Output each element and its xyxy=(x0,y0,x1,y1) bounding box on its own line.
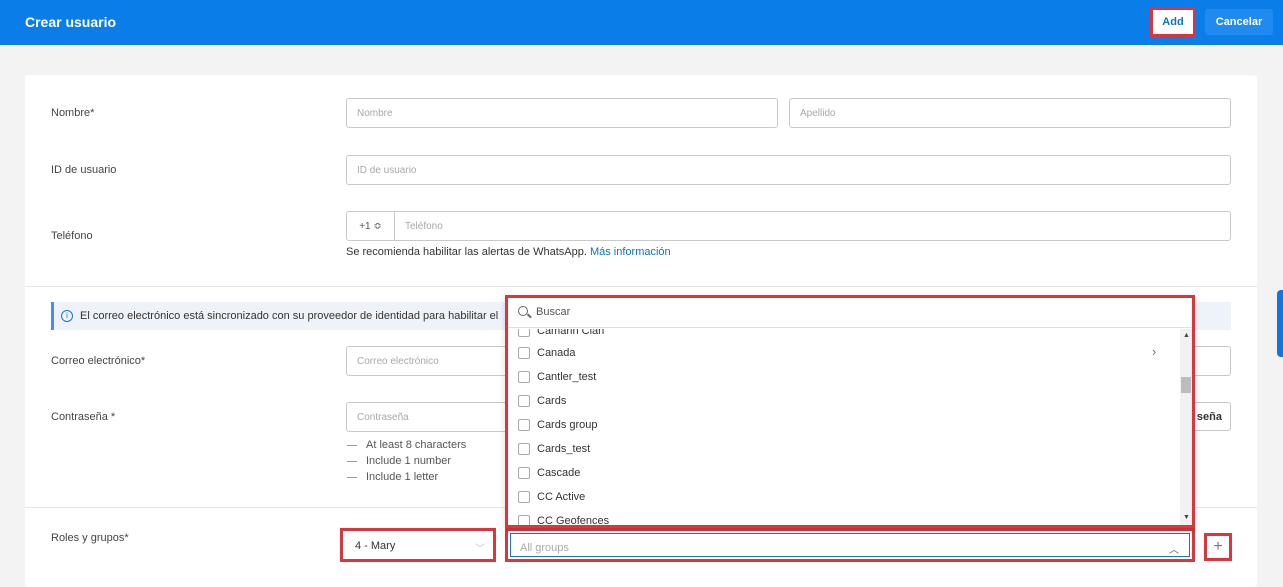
dropdown-scrollbar[interactable]: ▲ ▼ xyxy=(1180,329,1192,525)
list-item-label: CC Geofences xyxy=(537,515,610,525)
chevron-down-icon: ﹀ xyxy=(475,544,485,555)
checkbox[interactable] xyxy=(518,491,530,503)
phone-placeholder: Teléfono xyxy=(405,221,443,232)
dropdown-search-placeholder: Buscar xyxy=(536,306,571,318)
dropdown-search[interactable]: Buscar xyxy=(508,298,1192,328)
sync-info-text: El correo electrónico está sincronizado … xyxy=(80,310,499,322)
list-item-label: Cards xyxy=(537,395,567,407)
list-item[interactable]: Cards xyxy=(508,390,1180,414)
list-item[interactable]: CC Active xyxy=(508,486,1180,510)
chevron-up-icon: ︿ xyxy=(1169,545,1179,556)
add-button[interactable]: Add xyxy=(1150,7,1196,37)
user-id-placeholder: ID de usuario xyxy=(357,165,417,176)
phone-label: Teléfono xyxy=(51,230,93,242)
checkbox[interactable] xyxy=(518,347,530,359)
checkbox[interactable] xyxy=(518,419,530,431)
last-name-placeholder: Apellido xyxy=(800,108,836,119)
search-icon xyxy=(518,306,528,316)
name-label: Nombre* xyxy=(51,107,95,119)
list-item[interactable]: Cascade xyxy=(508,462,1180,486)
checkbox[interactable] xyxy=(518,467,530,479)
list-item[interactable]: Cards_test xyxy=(508,438,1180,462)
country-code-select[interactable]: +1 ≎ xyxy=(347,212,395,240)
roles-label: Roles y grupos* xyxy=(51,532,129,544)
scroll-up-icon[interactable]: ▲ xyxy=(1183,332,1190,339)
groups-select[interactable]: All groups ︿ xyxy=(505,528,1195,562)
page-title: Crear usuario xyxy=(25,14,117,30)
section-divider xyxy=(25,286,1257,287)
password-rule-text: Include 1 number xyxy=(366,455,451,467)
phone-help-message: Se recomienda habilitar las alertas de W… xyxy=(346,246,587,258)
list-item-label: CC Active xyxy=(537,491,586,503)
chevron-right-icon[interactable]: › xyxy=(1152,344,1156,359)
groups-placeholder: All groups xyxy=(520,542,569,554)
scrollbar-thumb[interactable] xyxy=(1181,377,1191,393)
groups-select-field: All groups ︿ xyxy=(510,533,1190,557)
cancel-button[interactable]: Cancelar xyxy=(1205,9,1273,35)
password-rule-text: At least 8 characters xyxy=(366,439,467,451)
groups-list: Camarin Clan Canada › Cantler_test Cards … xyxy=(508,329,1180,525)
password-placeholder: Contraseña xyxy=(357,412,409,423)
first-name-placeholder: Nombre xyxy=(357,108,393,119)
list-item-label: Cascade xyxy=(537,467,581,479)
password-label: Contraseña * xyxy=(51,411,116,423)
role-value: 4 - Mary xyxy=(355,540,396,552)
checkbox[interactable] xyxy=(518,515,530,525)
list-item-label: Cards_test xyxy=(537,443,591,455)
side-panel-tab[interactable] xyxy=(1277,290,1283,357)
info-icon: i xyxy=(61,310,73,322)
plus-icon: + xyxy=(1213,538,1223,555)
list-item-label: Cantler_test xyxy=(537,371,597,383)
generate-password-label: seña xyxy=(1196,411,1222,423)
password-rule: Include 1 number xyxy=(347,455,451,467)
email-placeholder: Correo electrónico xyxy=(357,356,439,367)
password-rule: Include 1 letter xyxy=(347,471,438,483)
checkbox[interactable] xyxy=(518,443,530,455)
list-item[interactable]: Canada › xyxy=(508,342,1180,366)
email-label: Correo electrónico* xyxy=(51,355,146,367)
checkbox[interactable] xyxy=(518,371,530,383)
list-item-label: Camarin Clan xyxy=(537,329,605,337)
password-rule-text: Include 1 letter xyxy=(366,471,439,483)
first-name-input[interactable]: Nombre xyxy=(346,98,778,128)
list-item-label: Canada xyxy=(537,347,576,359)
list-item-label: Cards group xyxy=(537,419,598,431)
more-info-link[interactable]: Más información xyxy=(590,246,671,258)
top-bar: Crear usuario Add Cancelar xyxy=(0,0,1283,45)
last-name-input[interactable]: Apellido xyxy=(789,98,1231,128)
user-id-label: ID de usuario xyxy=(51,164,117,176)
checkbox[interactable] xyxy=(518,329,530,337)
groups-dropdown: Buscar Camarin Clan Canada › Cantler_test… xyxy=(505,295,1195,528)
list-item[interactable]: CC Geofences xyxy=(508,510,1180,525)
user-id-input[interactable]: ID de usuario xyxy=(346,155,1231,185)
list-item[interactable]: Cantler_test xyxy=(508,366,1180,390)
checkbox[interactable] xyxy=(518,395,530,407)
password-input[interactable]: Contraseña xyxy=(346,402,516,432)
phone-help-text: Se recomienda habilitar las alertas de W… xyxy=(346,246,671,258)
scroll-down-icon[interactable]: ▼ xyxy=(1183,514,1190,521)
password-rule: At least 8 characters xyxy=(347,439,466,451)
role-select[interactable]: 4 - Mary ﹀ xyxy=(340,528,496,562)
add-role-group-button[interactable]: + xyxy=(1204,533,1232,561)
list-item[interactable]: Cards group xyxy=(508,414,1180,438)
phone-input[interactable]: +1 ≎ Teléfono xyxy=(346,211,1231,241)
